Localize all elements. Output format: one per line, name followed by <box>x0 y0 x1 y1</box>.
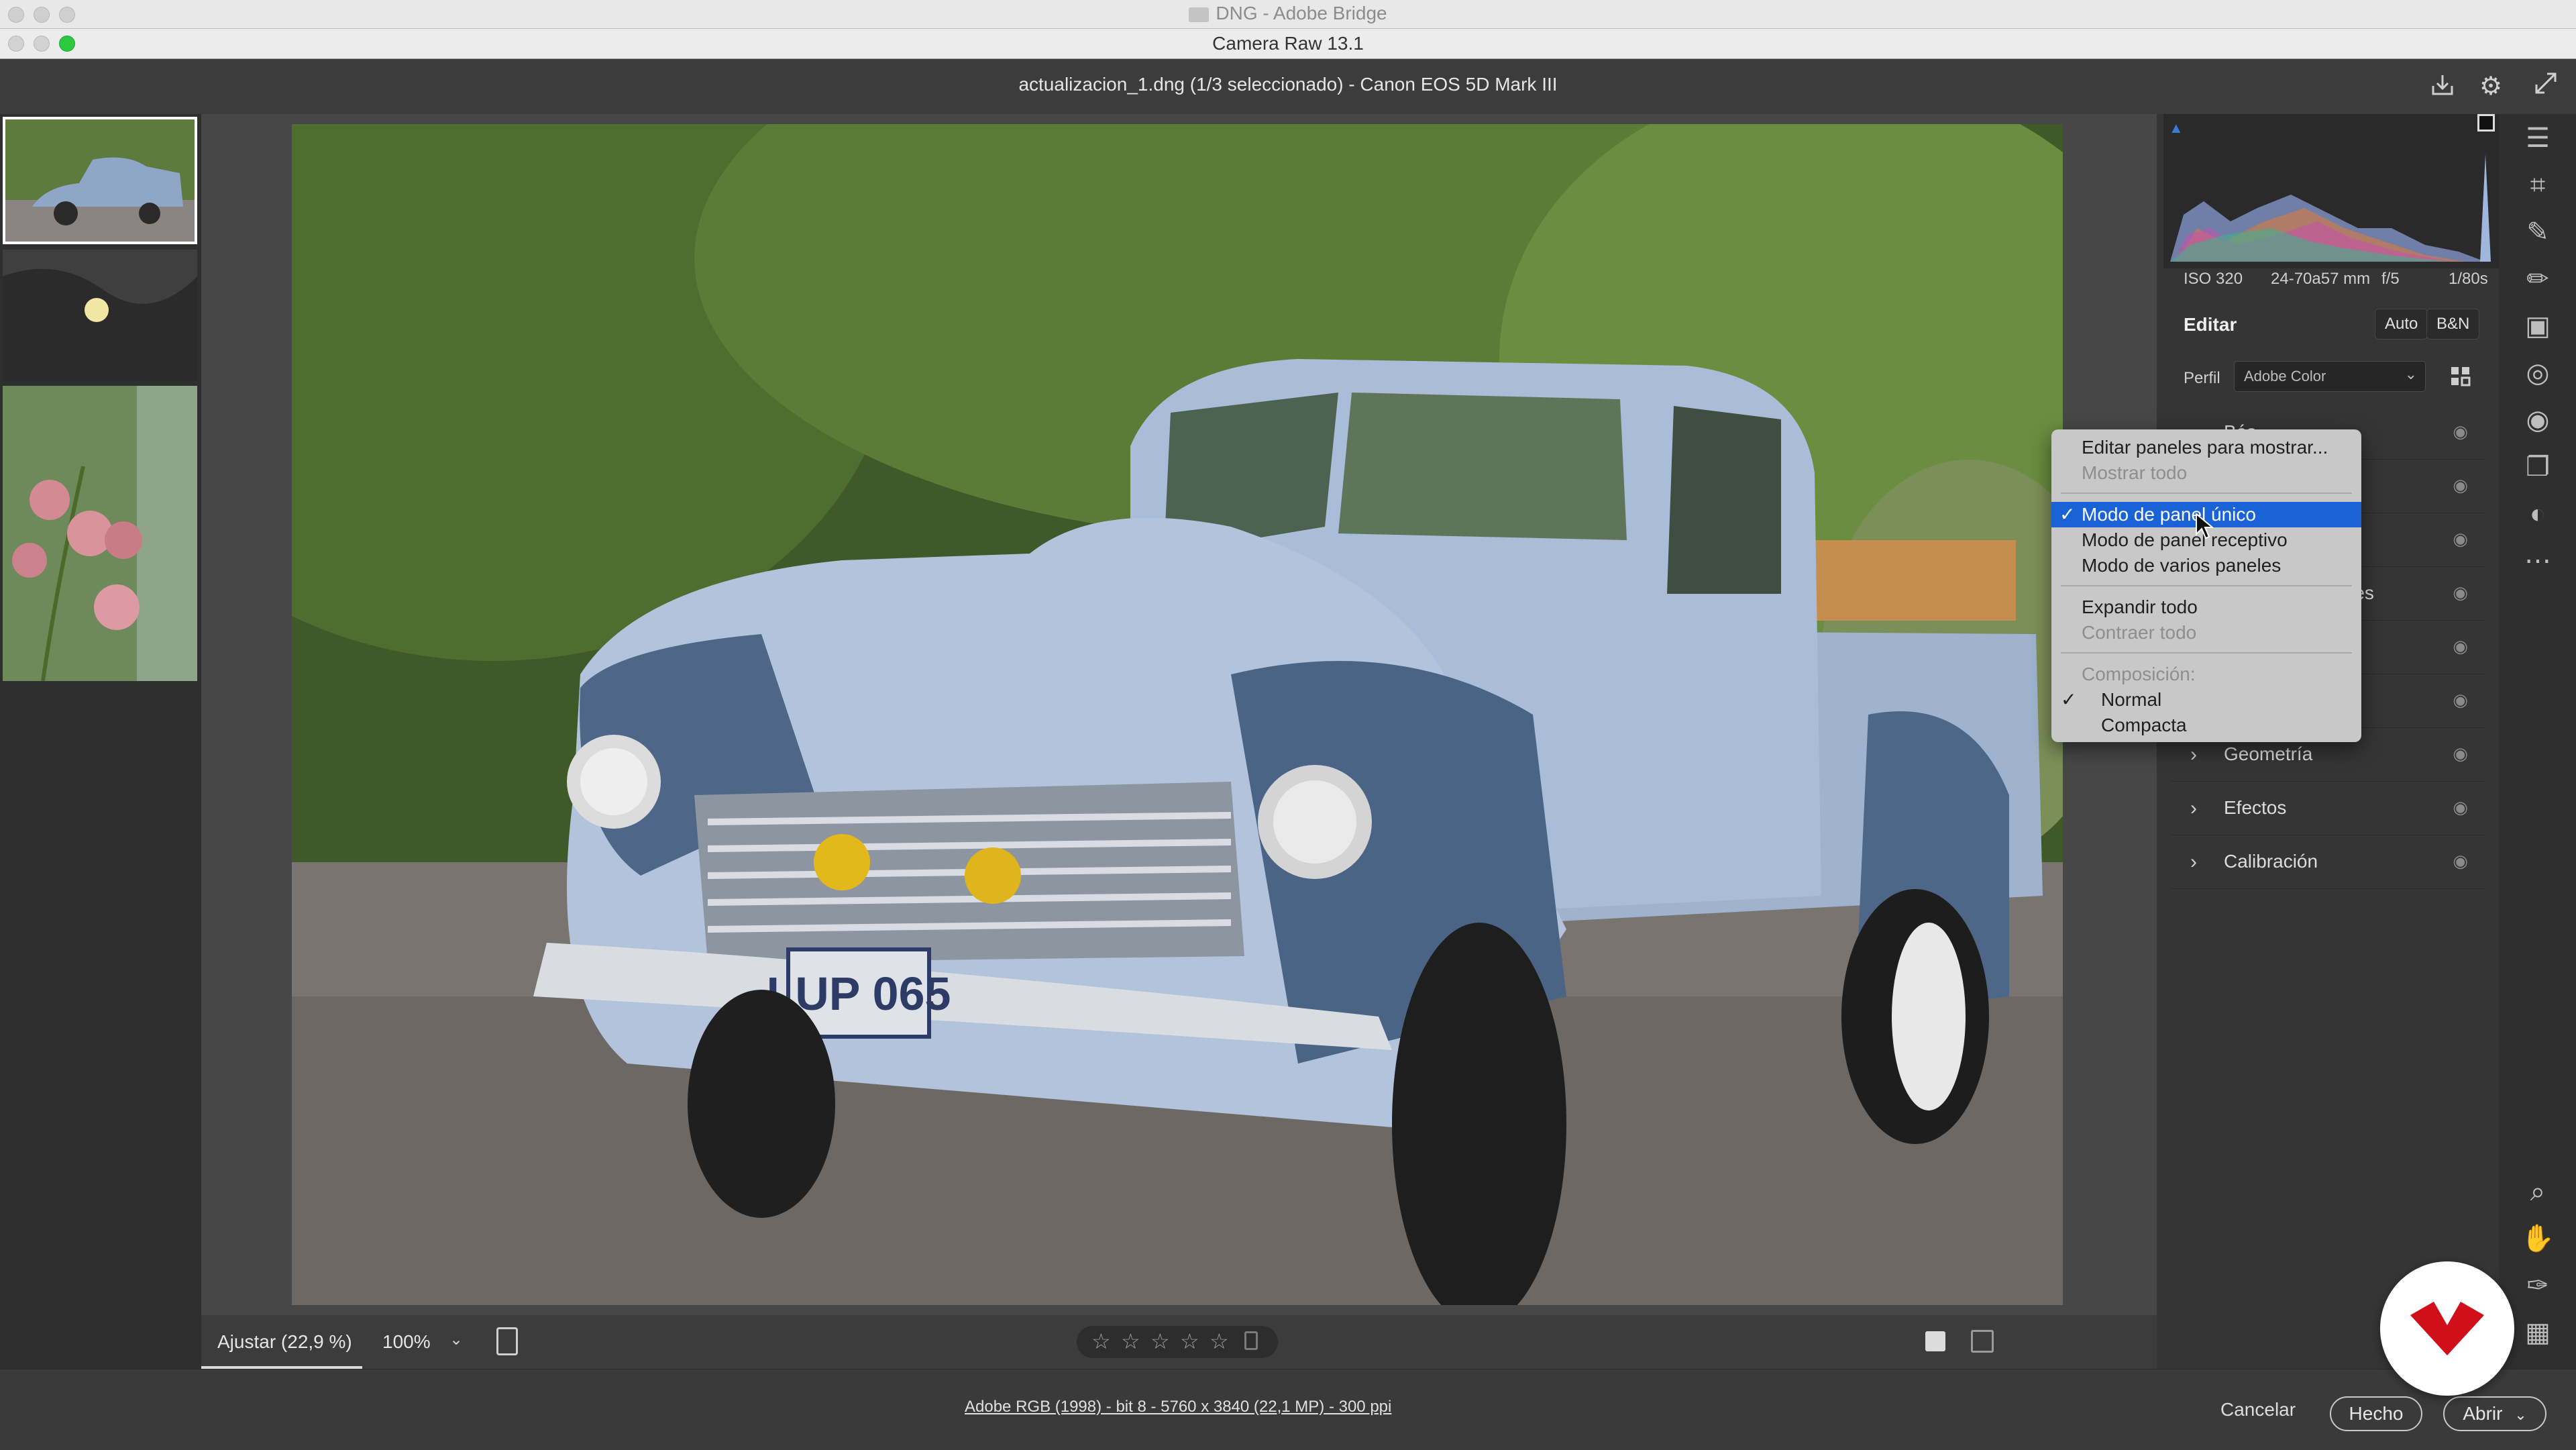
aperture-value: f/5 <box>2381 270 2400 288</box>
eye-icon[interactable]: ◉ <box>2453 636 2468 657</box>
fullscreen-icon[interactable] <box>2530 71 2561 102</box>
crop-icon[interactable]: ⌗ <box>2519 166 2557 204</box>
thumbnail-flowers[interactable] <box>3 386 197 681</box>
compare-view-icon[interactable] <box>1971 1330 1994 1353</box>
filmstrip <box>0 114 201 1369</box>
fit-zoom-button[interactable]: Ajustar (22,9 %) <box>201 1315 362 1369</box>
single-view-icon[interactable] <box>1925 1331 1945 1351</box>
menu-header-composition: Composición: <box>2082 664 2196 684</box>
chevron-down-icon[interactable]: ⌄ <box>449 1330 463 1349</box>
file-title: actualizacion_1.dng (1/3 seleccionado) -… <box>1018 74 1558 95</box>
menu-separator <box>2061 493 2352 494</box>
chevron-right-icon: › <box>2190 743 2197 766</box>
panel-context-menu: Editar paneles para mostrar... Mostrar t… <box>2051 429 2361 742</box>
menu-item-expand-all[interactable]: Expandir todo <box>2051 594 2361 620</box>
eyedropper-icon[interactable]: ✑ <box>2519 1267 2557 1304</box>
chevron-right-icon: › <box>2190 797 2197 819</box>
header-bar: actualizacion_1.dng (1/3 seleccionado) -… <box>0 59 2576 114</box>
eye-icon[interactable]: ◉ <box>2453 743 2468 764</box>
filmstrip-toggle-icon[interactable] <box>496 1327 518 1355</box>
bridge-window-title: DNG - Adobe Bridge <box>1216 3 1387 23</box>
zoom-icon[interactable]: ⌕ <box>2519 1173 2557 1210</box>
eye-icon[interactable]: ◉ <box>2453 690 2468 711</box>
grid-icon[interactable]: ▦ <box>2519 1314 2557 1351</box>
brush-icon[interactable]: ✏ <box>2519 260 2557 298</box>
eye-icon[interactable]: ◉ <box>2453 421 2468 442</box>
menu-separator <box>2061 585 2352 586</box>
edit-title: Editar <box>2184 314 2237 335</box>
cancel-button[interactable]: Cancelar <box>2220 1399 2296 1420</box>
zoom-level[interactable]: 100% <box>382 1331 431 1353</box>
thumbnail-rocks[interactable] <box>3 250 197 381</box>
folder-icon <box>1189 7 1210 22</box>
healing-icon[interactable]: ✎ <box>2519 213 2557 251</box>
done-button[interactable]: Hecho <box>2330 1396 2422 1431</box>
star-icon[interactable]: ☆ <box>1091 1329 1111 1354</box>
sliders-icon[interactable]: ☰ <box>2519 119 2557 157</box>
red-eye-icon[interactable]: ◉ <box>2519 401 2557 439</box>
workflow-options-link[interactable]: Adobe RGB (1998) - bit 8 - 5760 x 3840 (… <box>965 1398 1391 1416</box>
star-icon[interactable]: ☆ <box>1210 1329 1229 1354</box>
save-icon[interactable] <box>2427 71 2458 102</box>
rating-stars: ☆ ☆ ☆ ☆ ☆ <box>1077 1326 1278 1358</box>
hand-icon[interactable]: ✋ <box>2519 1220 2557 1257</box>
thumbnail-truck[interactable] <box>3 117 197 244</box>
preview-photo[interactable]: LUP 065 <box>292 124 2063 1305</box>
gear-icon[interactable]: ⚙ <box>2475 71 2506 102</box>
gradient-icon[interactable]: ▣ <box>2519 307 2557 345</box>
eye-icon[interactable]: ◉ <box>2453 475 2468 496</box>
star-icon[interactable]: ☆ <box>1121 1329 1140 1354</box>
profile-label: Perfil <box>2184 369 2220 387</box>
menu-item-collapse-all: Contraer todo <box>2082 622 2197 643</box>
chevron-down-icon[interactable]: ⌄ <box>2514 1406 2526 1423</box>
chevron-right-icon: › <box>2190 851 2197 873</box>
menu-separator <box>2061 652 2352 654</box>
camera-raw-title-bar: Camera Raw 13.1 <box>0 29 2576 59</box>
eye-icon[interactable]: ◉ <box>2453 529 2468 550</box>
presets-icon[interactable]: ◐ <box>2519 495 2557 533</box>
shutter-value: 1/80s <box>2449 270 2488 288</box>
trash-icon[interactable] <box>1244 1331 1258 1350</box>
snapshots-icon[interactable]: ❐ <box>2519 448 2557 486</box>
menu-item-show-all: Mostrar todo <box>2082 462 2188 483</box>
bw-button[interactable]: B&N <box>2426 309 2480 340</box>
footer-bar: Adobe RGB (1998) - bit 8 - 5760 x 3840 (… <box>0 1369 2576 1450</box>
menu-item-multi-panel-mode[interactable]: Modo de varios paneles <box>2051 553 2361 578</box>
profile-browser-icon[interactable] <box>2449 365 2472 388</box>
window-title: Camera Raw 13.1 <box>1212 33 1364 54</box>
tool-strip: ☰ ⌗ ✎ ✏ ▣ ◎ ◉ ❐ ◐ ⋯ ⌕ ✋ ✑ ▦ <box>2499 114 2576 1369</box>
menu-item-compact[interactable]: Compacta <box>2051 713 2361 738</box>
eye-icon[interactable]: ◉ <box>2453 797 2468 818</box>
view-bar: Ajustar (22,9 %) 100% ⌄ ☆ ☆ ☆ ☆ ☆ <box>201 1315 2157 1369</box>
logo <box>2380 1261 2514 1396</box>
menu-item-edit-panels[interactable]: Editar paneles para mostrar... <box>2051 435 2361 460</box>
bridge-title-bar: DNG - Adobe Bridge <box>0 0 2576 29</box>
auto-button[interactable]: Auto <box>2375 309 2428 340</box>
histogram: ▲ <box>2163 114 2499 268</box>
open-button[interactable]: Abrir ⌄ <box>2443 1396 2546 1431</box>
panel-calibration[interactable]: › Calibración ◉ <box>2170 836 2485 889</box>
chevron-down-icon: ⌄ <box>2404 366 2417 382</box>
eye-icon[interactable]: ◉ <box>2453 582 2468 603</box>
checkmark-icon: ✓ <box>2061 689 2077 710</box>
more-icon[interactable]: ⋯ <box>2519 542 2557 580</box>
star-icon[interactable]: ☆ <box>1150 1329 1170 1354</box>
panel-effects[interactable]: › Efectos ◉ <box>2170 782 2485 835</box>
profile-select[interactable]: Adobe Color ⌄ <box>2234 361 2426 392</box>
mouse-cursor-icon <box>2195 512 2214 543</box>
menu-item-normal[interactable]: ✓ Normal <box>2051 687 2361 713</box>
star-icon[interactable]: ☆ <box>1180 1329 1199 1354</box>
iso-value: ISO 320 <box>2184 270 2243 288</box>
checkmark-icon: ✓ <box>2059 504 2076 525</box>
radial-filter-icon[interactable]: ◎ <box>2519 354 2557 392</box>
eye-icon[interactable]: ◉ <box>2453 851 2468 872</box>
lens-value: 24-70a57 mm <box>2271 270 2371 288</box>
